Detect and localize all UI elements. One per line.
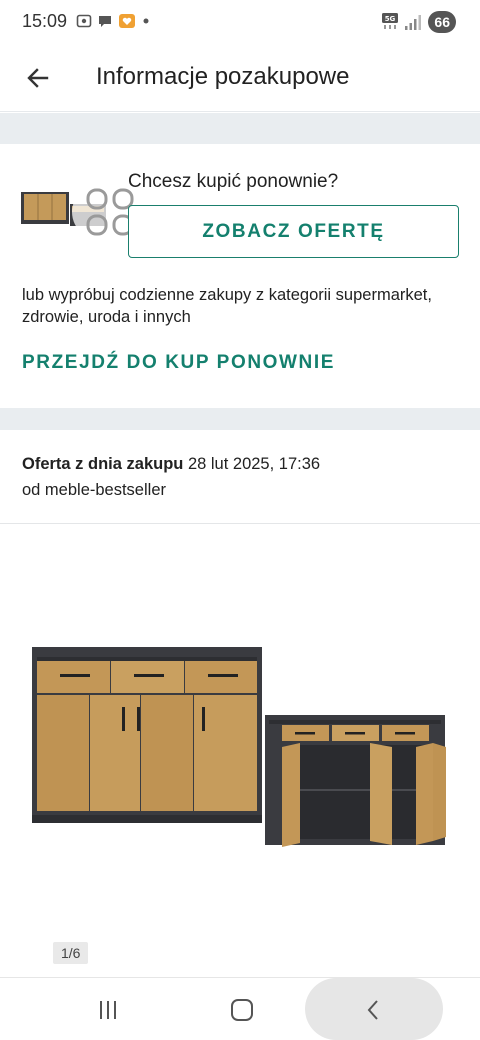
product-gallery[interactable]: 1/6: [0, 525, 480, 977]
status-time: 15:09: [22, 11, 68, 31]
home-icon: [231, 998, 253, 1021]
offer-seller: od meble-bestseller: [22, 481, 166, 499]
back-chevron-icon: [367, 999, 378, 1020]
screenshot-icon: [76, 14, 92, 28]
offer-date-label: Oferta z dnia zakupu: [22, 455, 184, 473]
status-bar: 15:09 5G 66: [0, 0, 480, 44]
offer-date-line: Oferta z dnia zakupu 28 lut 2025, 17:36: [22, 455, 320, 474]
rebuy-description: lub wypróbuj codzienne zakupy z kategori…: [22, 286, 432, 326]
app-bar: Informacje pozakupowe: [0, 44, 480, 112]
image-counter: 1/6: [53, 942, 89, 964]
battery-indicator: 66: [428, 11, 456, 33]
heart-app-icon: [119, 14, 135, 28]
rebuy-question: Chcesz kupić ponownie?: [128, 171, 339, 192]
signal-icon: [405, 15, 422, 30]
buy-again-link[interactable]: PRZEJDŹ DO KUP PONOWNIE: [22, 352, 335, 374]
arrow-left-icon: [27, 68, 49, 88]
chat-bubble-icon: [99, 16, 111, 27]
rebuy-card: Chcesz kupić ponownie? ZOBACZ OFERTĘ lub…: [0, 144, 480, 408]
dot-icon: [143, 18, 149, 24]
page-title: Informacje pozakupowe: [96, 63, 350, 90]
section-divider: [0, 408, 480, 430]
network-5g-icon: 5G: [382, 13, 399, 29]
offer-date-value: 28 lut 2025, 17:36: [187, 455, 321, 473]
home-button[interactable]: [202, 978, 282, 1040]
svg-text:5G: 5G: [385, 15, 396, 23]
offer-info: Oferta z dnia zakupu 28 lut 2025, 17:36 …: [0, 430, 480, 524]
status-icons-left: [76, 13, 151, 29]
back-button[interactable]: [20, 60, 56, 96]
recents-icon: [100, 1000, 116, 1019]
back-nav-button[interactable]: [334, 978, 414, 1040]
product-image[interactable]: [20, 635, 460, 875]
recents-button[interactable]: [68, 978, 148, 1040]
see-offer-button[interactable]: ZOBACZ OFERTĘ: [128, 205, 459, 258]
system-nav-bar: [0, 977, 480, 1040]
status-icons-right: 5G 66: [382, 11, 456, 33]
section-divider: [0, 113, 480, 144]
